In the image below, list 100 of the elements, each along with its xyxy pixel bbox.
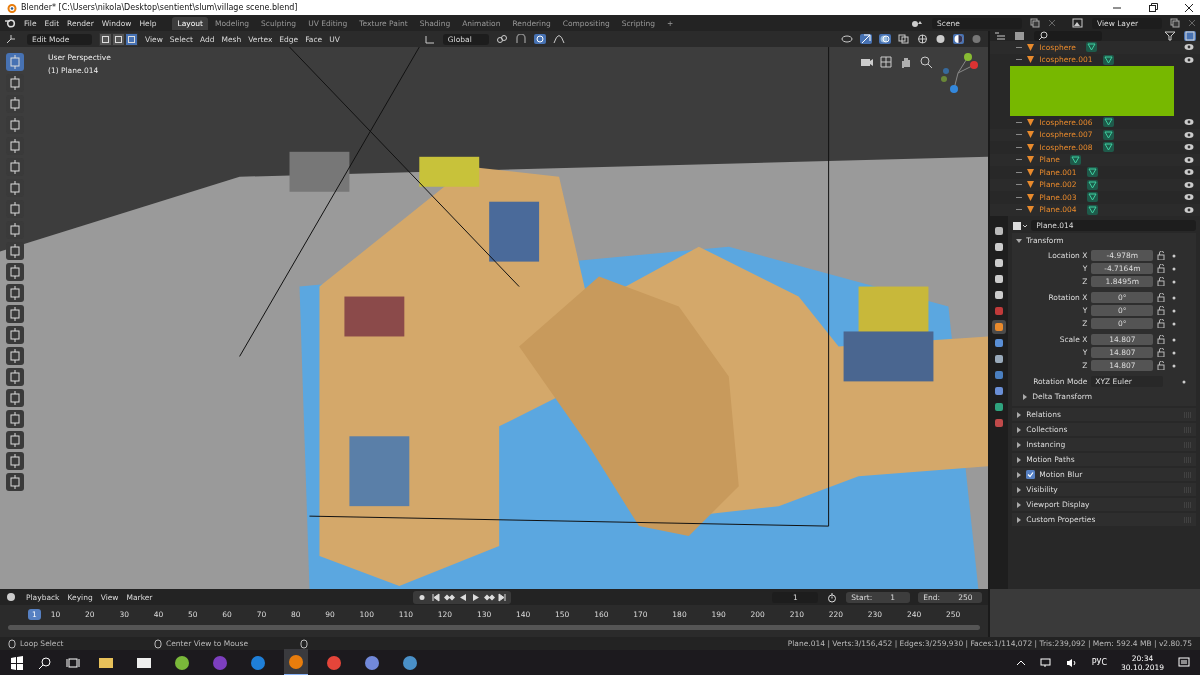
tool-button[interactable]: [6, 431, 24, 449]
wireframe-shading-icon[interactable]: [917, 34, 929, 44]
keyframe-dot-icon[interactable]: [1171, 336, 1178, 343]
search-icon: [1038, 31, 1049, 41]
keyframe-dot-icon[interactable]: [1171, 349, 1178, 356]
copy-icon[interactable]: [1170, 18, 1180, 28]
lock-icon[interactable]: [1157, 277, 1168, 286]
tool-button[interactable]: [6, 473, 24, 491]
mesh-data-icon: [1102, 142, 1114, 153]
tool-button[interactable]: [6, 263, 24, 281]
link-icon[interactable]: [495, 34, 508, 44]
filter-icon[interactable]: [1164, 31, 1178, 41]
search-field[interactable]: [1034, 31, 1103, 41]
keyframe-dot-icon[interactable]: [1171, 294, 1178, 301]
select-mode-button[interactable]: [112, 32, 125, 46]
start-icon[interactable]: [10, 655, 24, 670]
material-shading-icon[interactable]: [953, 34, 965, 44]
eye-icon[interactable]: [1184, 193, 1194, 202]
tool-button[interactable]: [6, 284, 24, 302]
scene-icon[interactable]: [910, 18, 924, 28]
lock-icon[interactable]: [1157, 361, 1168, 370]
eye-icon[interactable]: [1184, 180, 1194, 189]
proportional-icon[interactable]: [533, 34, 546, 44]
copy-icon[interactable]: [1030, 18, 1040, 28]
xray-icon[interactable]: [898, 34, 911, 44]
task-view-icon[interactable]: [66, 655, 80, 670]
tool-button[interactable]: [6, 452, 24, 470]
disclosure-triangle-icon[interactable]: [1016, 486, 1023, 493]
tool-button[interactable]: [6, 368, 24, 386]
tool-button[interactable]: [6, 242, 24, 260]
disclosure-triangle-icon[interactable]: [1016, 441, 1023, 448]
snap-icon[interactable]: [514, 34, 527, 44]
keyframe-dot-icon[interactable]: [1171, 320, 1178, 327]
jump-end-icon[interactable]: [497, 591, 509, 603]
stopwatch-icon[interactable]: [826, 591, 839, 603]
axes-icon[interactable]: [423, 34, 436, 44]
eye-icon[interactable]: [1184, 118, 1194, 127]
lock-icon[interactable]: [1157, 306, 1168, 315]
clock-icon[interactable]: [6, 592, 18, 602]
lock-icon[interactable]: [1157, 251, 1168, 260]
eye-icon[interactable]: [1184, 155, 1194, 164]
gizmo-toggle-icon[interactable]: [860, 34, 873, 44]
checkbox[interactable]: [1026, 470, 1036, 479]
keyframe-dot-icon[interactable]: [1171, 252, 1178, 259]
eye-icon[interactable]: [1184, 168, 1194, 177]
tool-button[interactable]: [6, 326, 24, 344]
disclosure-triangle-icon[interactable]: [1016, 411, 1023, 418]
disclosure-triangle-icon[interactable]: [1016, 456, 1023, 463]
lock-icon[interactable]: [1157, 335, 1168, 344]
disclosure-triangle-icon[interactable]: [1016, 237, 1023, 244]
zoom-icon[interactable]: [919, 55, 934, 69]
restore-icon[interactable]: [1148, 2, 1158, 13]
eye-icon[interactable]: [1184, 130, 1194, 139]
app-logo-icon[interactable]: [4, 18, 16, 28]
eye-icon[interactable]: [1184, 43, 1194, 52]
language-indicator[interactable]: РУС: [1091, 658, 1108, 667]
keyframe-dot-icon[interactable]: [1181, 378, 1188, 385]
disclosure-triangle-icon[interactable]: [1016, 471, 1023, 478]
eye-icon[interactable]: [1184, 143, 1194, 152]
object-type-icon[interactable]: [1012, 220, 1029, 231]
grid-icon[interactable]: [879, 55, 894, 69]
tool-button[interactable]: [6, 53, 24, 71]
ring-app-icon[interactable]: [284, 649, 308, 675]
new-collection-icon[interactable]: [1184, 31, 1196, 41]
eye-dropdown-icon[interactable]: [841, 34, 854, 44]
lock-icon[interactable]: [1157, 264, 1168, 273]
view-layer-icon[interactable]: [1072, 18, 1084, 28]
keyframe-dot-icon[interactable]: [1171, 362, 1178, 369]
eye-icon[interactable]: [1184, 205, 1194, 214]
timeline-scrollbar[interactable]: [8, 625, 981, 630]
tool-button[interactable]: [6, 347, 24, 365]
render-shading-icon[interactable]: [971, 34, 983, 44]
notification-icon[interactable]: [1178, 656, 1190, 669]
tool-button[interactable]: [6, 410, 24, 428]
search-icon[interactable]: [38, 655, 52, 670]
select-mode-button[interactable]: [125, 32, 138, 46]
overlay-toggle-icon[interactable]: [879, 34, 892, 44]
select-mode-button[interactable]: [99, 32, 112, 46]
tool-button[interactable]: [6, 389, 24, 407]
jump-start-icon[interactable]: [430, 591, 442, 603]
keyframe-dot-icon[interactable]: [1171, 307, 1178, 314]
close-icon[interactable]: [1184, 2, 1194, 13]
solid-shading-icon[interactable]: [935, 34, 947, 44]
falloff-icon[interactable]: [552, 34, 565, 44]
properties-tab[interactable]: [992, 320, 1007, 334]
keyframe-dot-icon[interactable]: [1171, 265, 1178, 272]
play-reverse-icon[interactable]: [457, 591, 469, 603]
eye-icon[interactable]: [1184, 55, 1194, 64]
speaker-icon[interactable]: [1065, 657, 1078, 668]
keyframe-dot-icon[interactable]: [1171, 278, 1178, 285]
network-icon[interactable]: [1039, 657, 1052, 668]
disclosure-triangle-icon[interactable]: [1016, 501, 1023, 508]
lock-icon[interactable]: [1157, 293, 1168, 302]
lock-icon[interactable]: [1157, 319, 1168, 328]
disclosure-triangle-icon[interactable]: [1016, 516, 1023, 523]
tool-button[interactable]: [6, 305, 24, 323]
lock-icon[interactable]: [1157, 348, 1168, 357]
disclosure-triangle-icon[interactable]: [1016, 426, 1023, 433]
play-icon[interactable]: [470, 591, 482, 603]
disclosure-triangle-icon[interactable]: [1022, 393, 1029, 400]
